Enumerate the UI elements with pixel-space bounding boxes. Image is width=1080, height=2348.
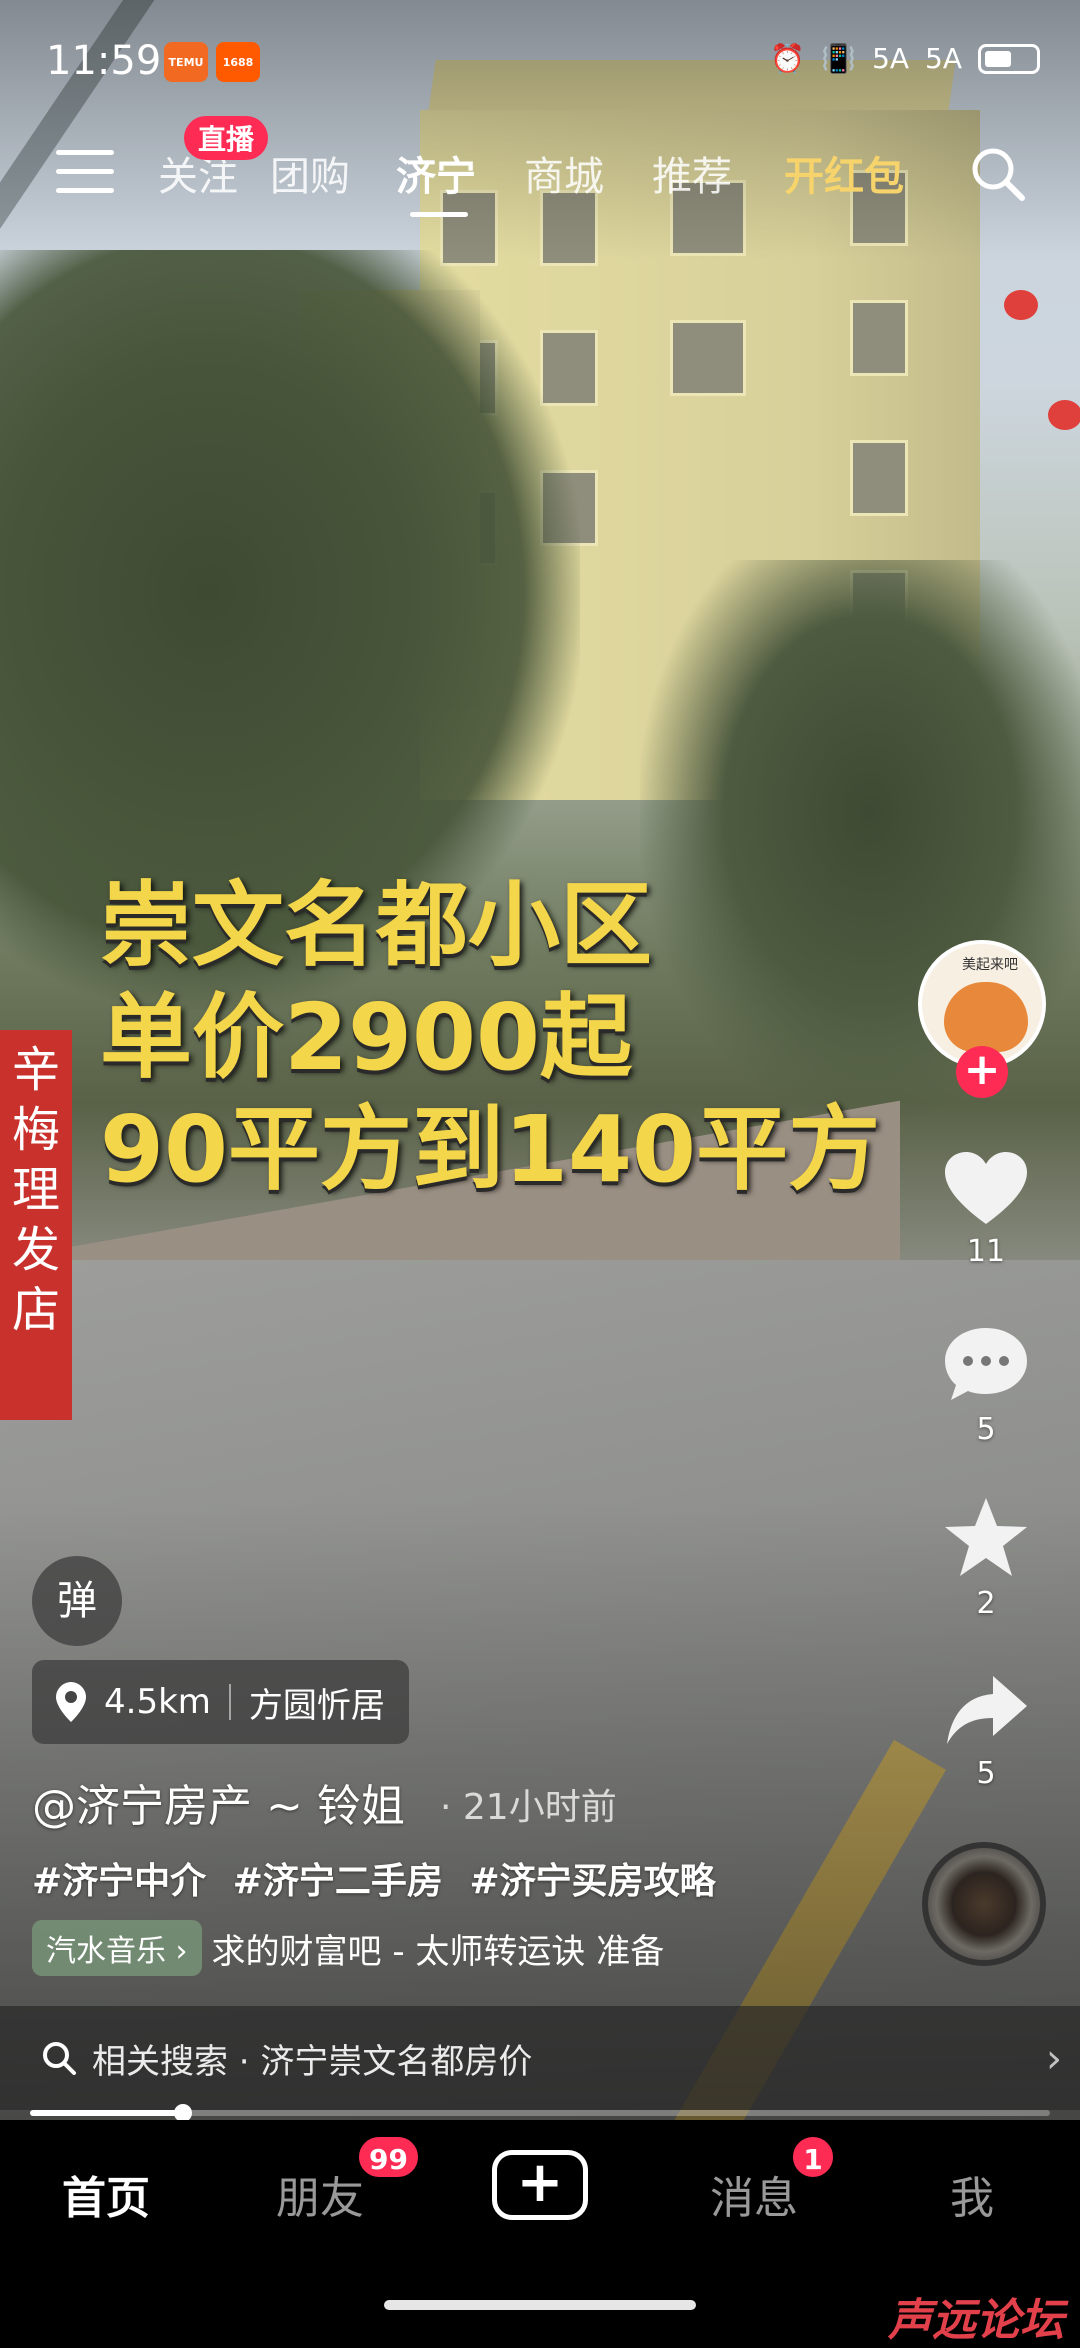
comment-icon <box>945 1328 1027 1400</box>
tab-red-packet[interactable]: 开红包 <box>784 144 904 202</box>
top-navigation: 关注 直播 团购 济宁 商城 推荐 开红包 <box>0 116 1080 230</box>
barber-sign: 辛梅理发店 <box>0 1030 72 1420</box>
follow-button[interactable]: + <box>956 1046 1008 1098</box>
status-bar: 11:59 TEMU 1688 ⏰ 📳 5A 5A <box>0 0 1080 120</box>
alarm-icon: ⏰ <box>770 42 806 75</box>
favorite-button[interactable]: 2 <box>940 1496 1032 1621</box>
home-indicator[interactable] <box>384 2300 696 2310</box>
danmu-toggle[interactable]: 弹 <box>32 1556 122 1646</box>
tab-friends[interactable]: 朋友 <box>276 2162 364 2226</box>
lantern <box>1004 290 1038 320</box>
status-icons: ⏰ 📳 5A 5A <box>770 42 1040 75</box>
tab-home[interactable]: 首页 <box>62 2162 150 2226</box>
music-disc[interactable] <box>922 1842 1046 1966</box>
tab-mall[interactable]: 商城 <box>524 144 604 202</box>
divider <box>228 1684 231 1720</box>
menu-icon[interactable] <box>56 150 114 196</box>
hashtag[interactable]: #济宁买房攻略 <box>469 1861 715 1902</box>
heart-icon <box>945 1152 1027 1224</box>
share-icon <box>947 1676 1027 1744</box>
distance-text: 4.5km <box>104 1682 211 1722</box>
tab-messages[interactable]: 消息 <box>710 2162 798 2226</box>
hashtags: #济宁中介 #济宁二手房 #济宁买房攻略 <box>32 1852 730 1904</box>
star-icon <box>945 1498 1027 1576</box>
video-progress-bar[interactable] <box>30 2104 1050 2122</box>
battery-icon <box>978 43 1040 74</box>
overlay-line: 崇文名都小区 <box>100 872 653 979</box>
favorite-count: 2 <box>976 1586 996 1621</box>
search-icon[interactable] <box>968 144 1028 204</box>
tab-me[interactable]: 我 <box>950 2162 994 2226</box>
signal-icon: 5A <box>872 42 910 75</box>
tab-label: 关注 <box>158 154 238 200</box>
watermark-logo: 声远论坛 <box>888 2295 1064 2346</box>
live-badge[interactable]: 直播 <box>184 116 269 160</box>
location-pin-icon <box>56 1682 86 1722</box>
comment-count: 5 <box>976 1412 996 1447</box>
lantern <box>1048 400 1080 430</box>
music-row[interactable]: 汽水音乐 › 求的财富吧 - 太师转运诀 准备 <box>32 1918 664 1978</box>
temu-app-icon: TEMU <box>164 42 208 82</box>
author-name[interactable]: @济宁房产 ~ 铃姐 <box>32 1770 405 1834</box>
messages-badge: 1 <box>790 2134 836 2180</box>
related-search-bar[interactable]: 相关搜索 · 济宁崇文名都房价 › <box>0 2006 1080 2110</box>
share-button[interactable]: 5 <box>940 1672 1032 1791</box>
signal-icon: 5A <box>925 42 962 75</box>
friends-badge: 99 <box>356 2134 421 2180</box>
comment-button[interactable]: 5 <box>940 1324 1032 1447</box>
location-chip[interactable]: 4.5km 方圆忻居 <box>32 1660 409 1744</box>
tab-jining[interactable]: 济宁 <box>396 144 476 202</box>
overlay-line: 90平方到140平方 <box>100 1096 881 1203</box>
1688-app-icon: 1688 <box>216 42 260 82</box>
active-tab-indicator <box>410 212 468 217</box>
hashtag[interactable]: #济宁二手房 <box>233 1861 443 1902</box>
like-button[interactable]: 11 <box>940 1150 1032 1269</box>
clock: 11:59 <box>46 38 162 84</box>
progress-fill <box>30 2110 183 2116</box>
tab-recommend[interactable]: 推荐 <box>652 144 732 202</box>
video-caption-overlay: 崇文名都小区 单价2900起 90平方到140平方 <box>100 870 1000 1206</box>
music-app-chip[interactable]: 汽水音乐 › <box>32 1920 202 1976</box>
cat-illustration <box>944 982 1028 1052</box>
hashtag[interactable]: #济宁中介 <box>32 1861 206 1902</box>
search-icon <box>43 2042 76 2075</box>
tab-group-buy[interactable]: 团购 <box>270 144 350 202</box>
share-count: 5 <box>976 1756 996 1791</box>
vibrate-icon: 📳 <box>821 42 857 75</box>
post-time: · 21小时前 <box>440 1787 617 1828</box>
music-title: 求的财富吧 - 太师转运诀 准备 <box>211 1931 665 1972</box>
like-count: 11 <box>966 1234 1006 1269</box>
overlay-line: 单价2900起 <box>100 984 633 1091</box>
related-search-text: 相关搜索 · 济宁崇文名都房价 <box>92 2041 533 2082</box>
chevron-right-icon: › <box>1046 2036 1062 2082</box>
avatar-caption: 美起来吧 <box>962 957 1018 973</box>
place-text: 方圆忻居 <box>248 1685 385 1726</box>
create-button[interactable]: + <box>492 2150 588 2220</box>
